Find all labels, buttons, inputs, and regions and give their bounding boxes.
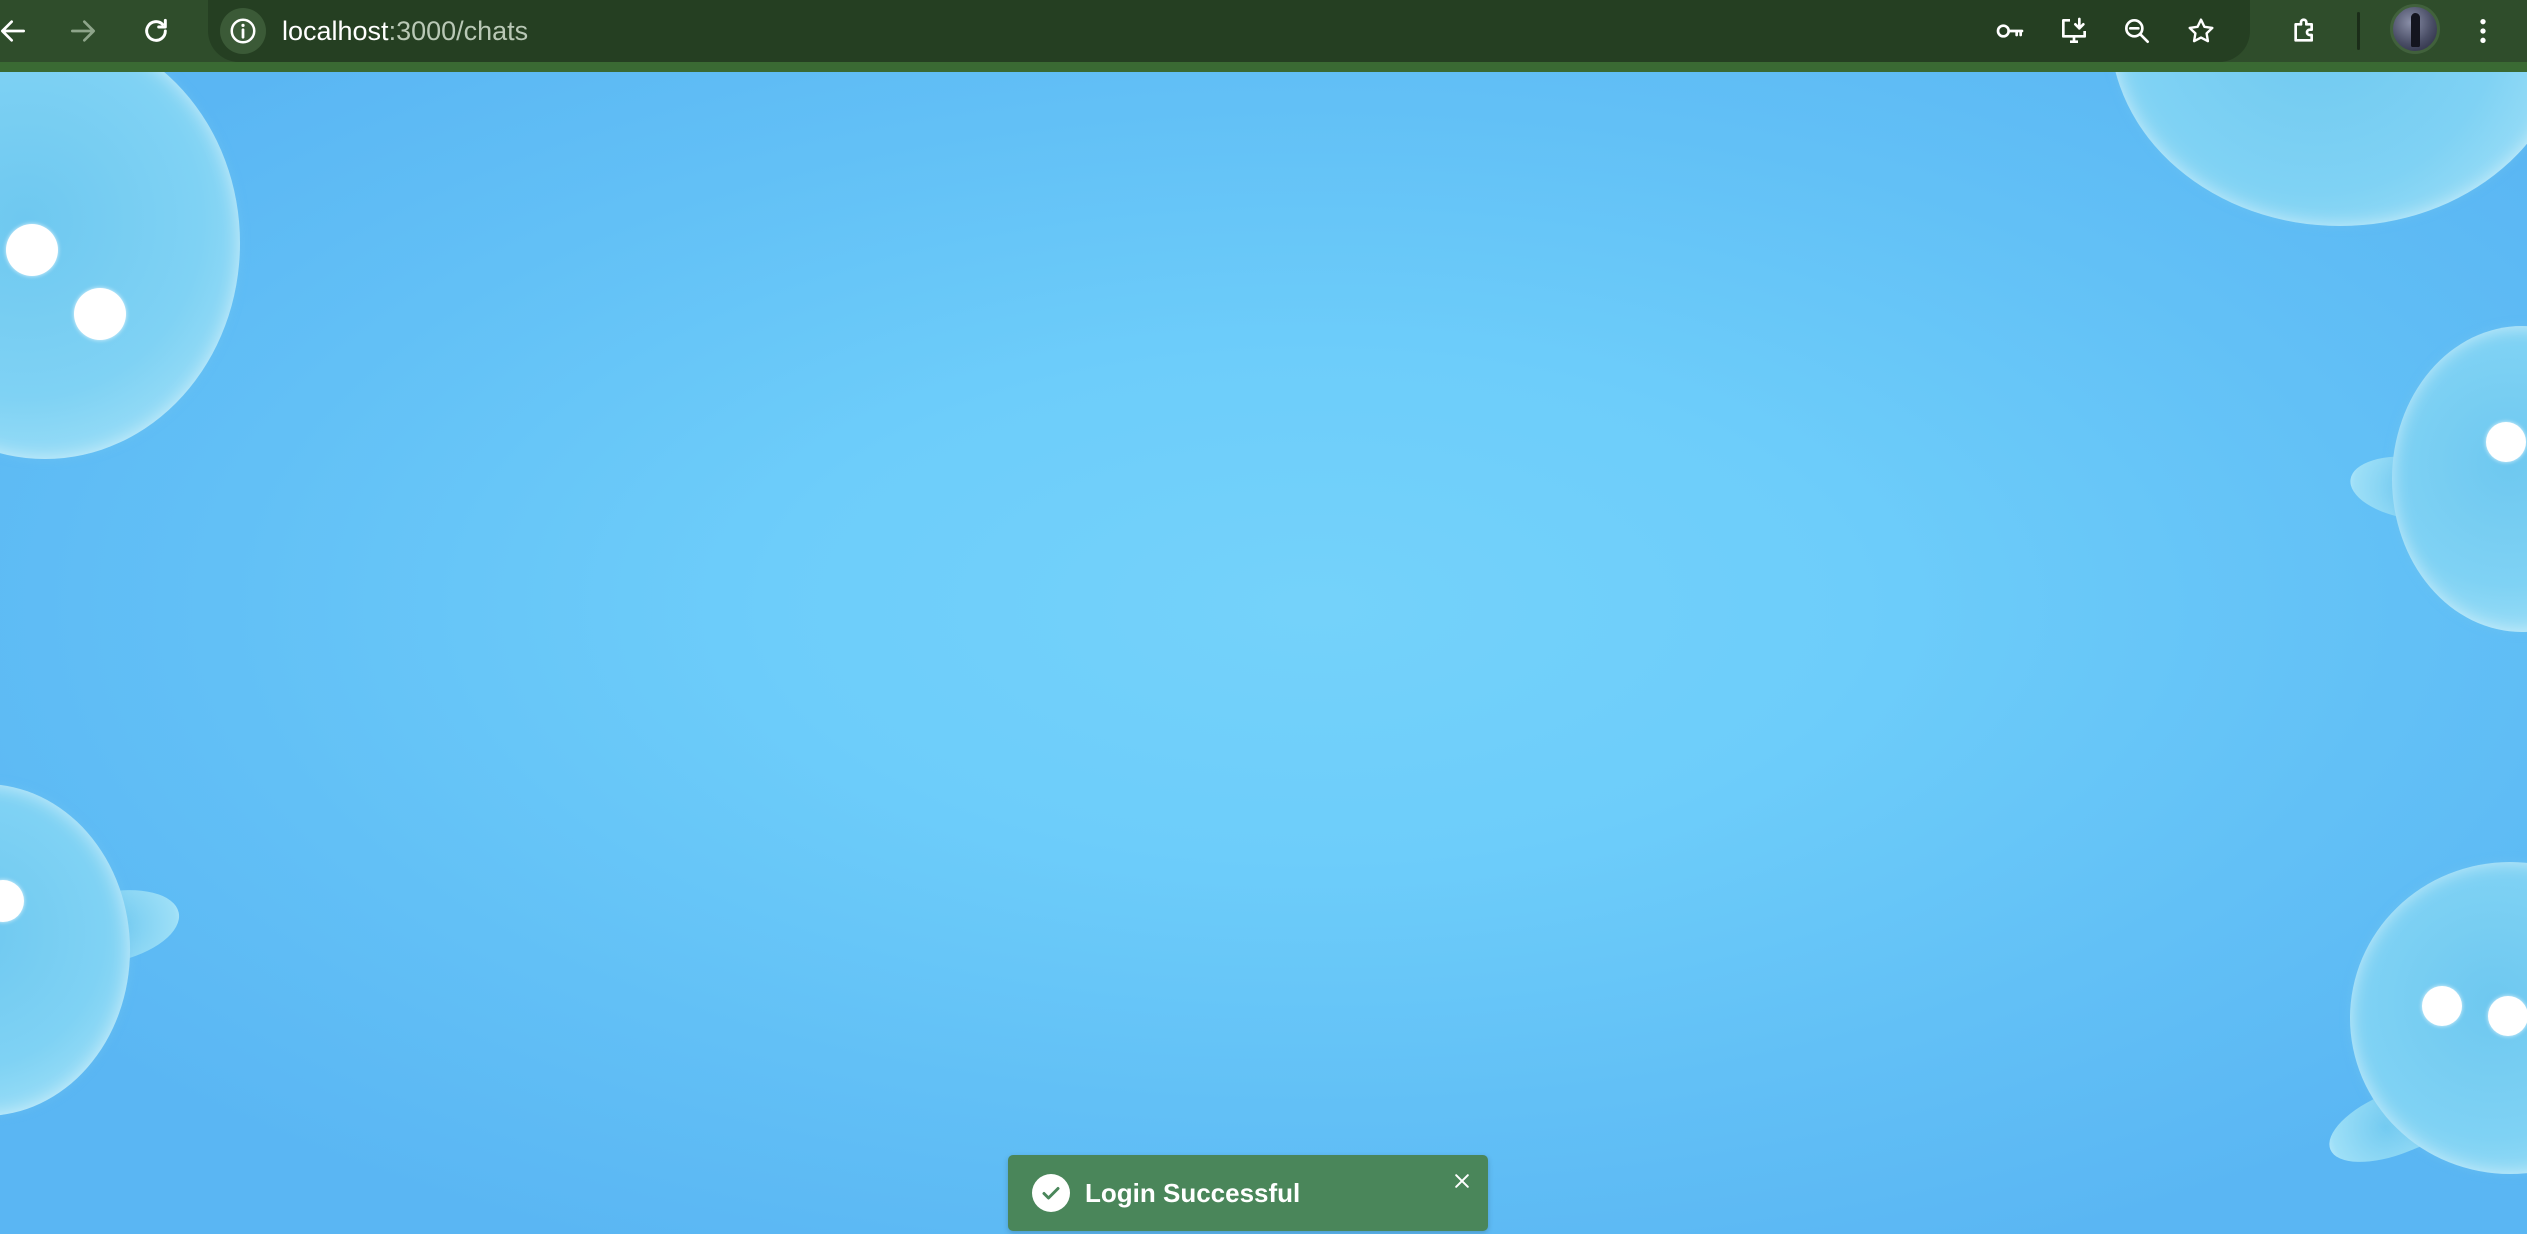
decorative-chat-bubble	[2392, 326, 2527, 632]
bubble-dot	[6, 224, 58, 276]
toolbar-divider	[2357, 12, 2360, 50]
bookmark-star-icon	[2188, 18, 2214, 43]
url-text[interactable]: localhost:3000/chats	[282, 12, 528, 50]
back-icon	[0, 20, 25, 42]
bubble-dot	[2488, 996, 2527, 1036]
check-circle-icon	[1042, 1187, 1060, 1200]
reload-icon	[145, 18, 167, 42]
forward-icon	[71, 20, 95, 42]
zoom-button[interactable]	[2116, 10, 2158, 52]
close-icon	[1455, 1174, 1469, 1188]
reload-button[interactable]	[133, 8, 179, 54]
toast-close-button[interactable]	[1446, 1165, 1478, 1197]
bubble-dot	[74, 288, 126, 340]
key-icon	[1996, 24, 2024, 38]
install-app-icon	[2062, 17, 2086, 43]
decorative-chat-bubble	[0, 784, 130, 1116]
chat-page-background	[0, 72, 2527, 1234]
toast-status	[1032, 1174, 1070, 1212]
more-menu-icon	[2480, 19, 2486, 43]
url-host: localhost	[282, 16, 389, 46]
extensions-icon	[2294, 18, 2313, 42]
browser-toolbar: localhost:3000/chats	[0, 0, 2527, 72]
zoom-out-icon	[2125, 19, 2149, 43]
profile-avatar[interactable]	[2390, 4, 2440, 54]
decorative-chat-bubble	[2110, 72, 2527, 226]
more-menu-button[interactable]	[2460, 8, 2506, 54]
back-button[interactable]	[0, 8, 36, 54]
address-bar[interactable]: localhost:3000/chats	[208, 0, 2250, 62]
extensions-button[interactable]	[2282, 8, 2328, 54]
url-path: :3000/chats	[388, 16, 529, 46]
bookmark-button[interactable]	[2180, 10, 2222, 52]
info-icon	[230, 18, 256, 44]
password-manager-button[interactable]	[1989, 10, 2031, 52]
site-info-button[interactable]	[220, 8, 266, 54]
forward-button[interactable]	[60, 8, 106, 54]
bubble-dot	[2486, 422, 2526, 462]
install-app-button[interactable]	[2053, 10, 2095, 52]
bubble-dot	[2422, 986, 2462, 1026]
toast-message: Login Successful	[1085, 1178, 1301, 1208]
login-success-toast: Login Successful	[1008, 1155, 1488, 1231]
